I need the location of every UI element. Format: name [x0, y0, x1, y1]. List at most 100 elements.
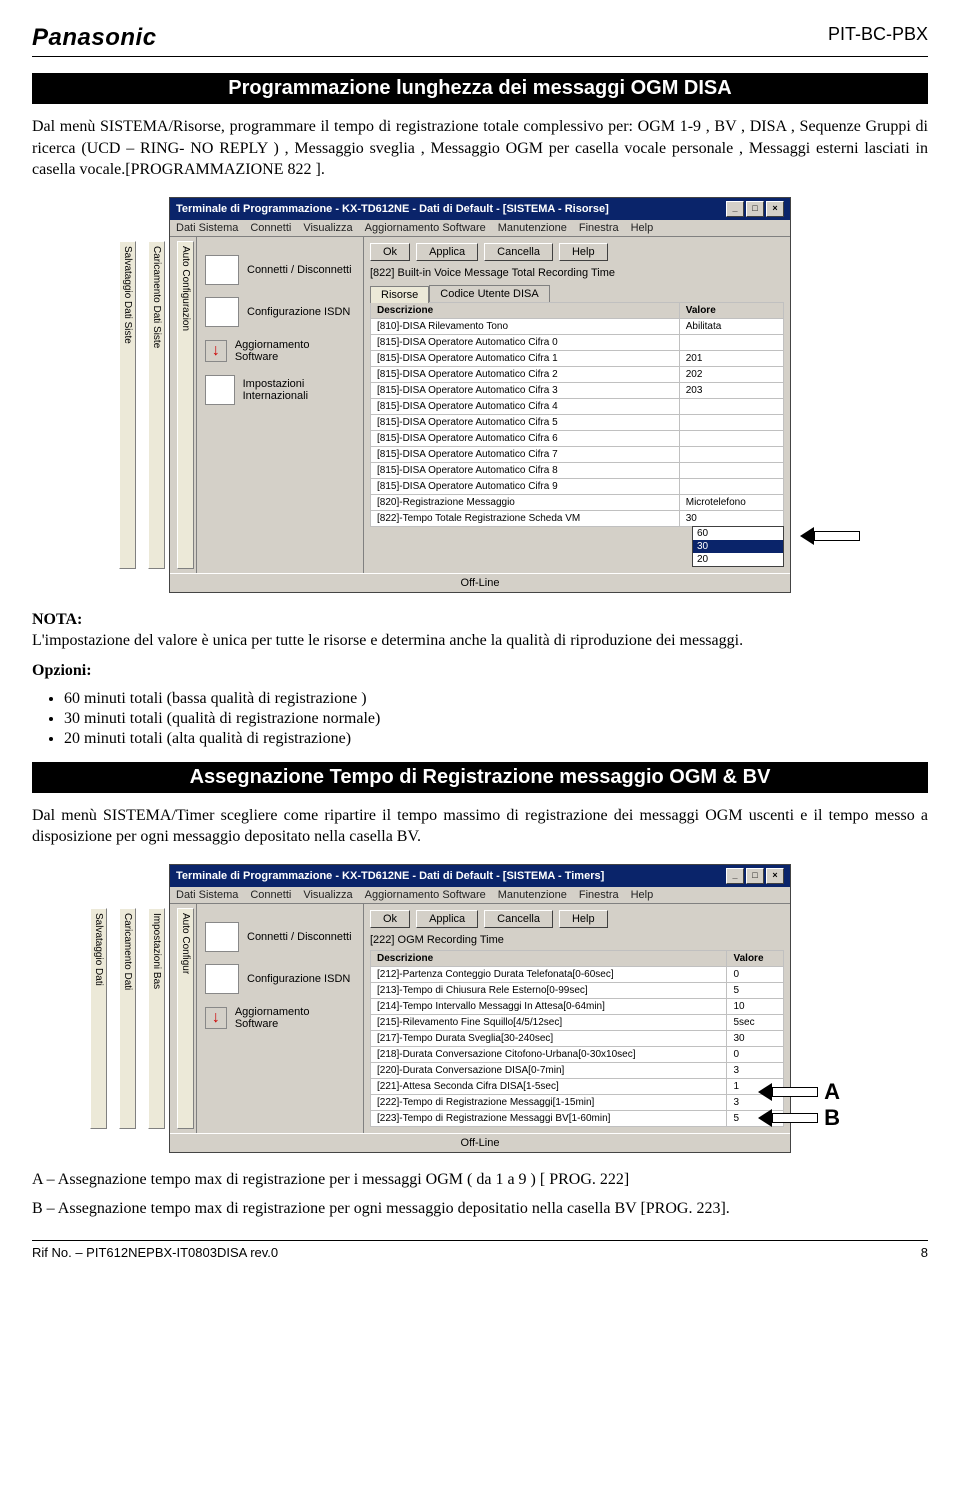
- close-button[interactable]: ×: [766, 868, 784, 884]
- apply-button[interactable]: Applica: [416, 243, 478, 261]
- vertical-tab[interactable]: Auto Configurazion: [177, 241, 194, 569]
- menu-item[interactable]: Connetti: [250, 889, 291, 901]
- ok-button[interactable]: Ok: [370, 243, 410, 261]
- dropdown-options[interactable]: 60 30 20: [692, 526, 784, 567]
- table-row[interactable]: [212]-Partenza Conteggio Durata Telefona…: [371, 966, 784, 982]
- table-row[interactable]: [815]-DISA Operatore Automatico Cifra 6: [371, 430, 784, 446]
- window-controls: _ □ ×: [726, 201, 784, 217]
- section-title-1: Programmazione lunghezza dei messaggi OG…: [32, 73, 928, 104]
- sidebar-item[interactable]: Connetti / Disconnetti: [205, 922, 355, 952]
- table-row[interactable]: [215]-Rilevamento Fine Squillo[4/5/12sec…: [371, 1014, 784, 1030]
- status-bar: Off-Line: [170, 573, 790, 592]
- table-row[interactable]: [810]-DISA Rilevamento TonoAbilitata: [371, 318, 784, 334]
- menu-item[interactable]: Visualizza: [303, 889, 352, 901]
- sidebar-item[interactable]: ↓Aggiornamento Software: [205, 339, 355, 363]
- note-a: A – Assegnazione tempo max di registrazi…: [32, 1169, 928, 1191]
- table-row[interactable]: [820]-Registrazione MessaggioMicrotelefo…: [371, 494, 784, 510]
- menu-item[interactable]: Finestra: [579, 889, 619, 901]
- sidebar: Connetti / Disconnetti Configurazione IS…: [197, 904, 364, 1133]
- vertical-tab[interactable]: Salvataggio Dati Siste: [119, 241, 136, 569]
- note-b: B – Assegnazione tempo max di registrazi…: [32, 1198, 928, 1220]
- list-item: 30 minuti totali (qualità di registrazio…: [64, 710, 928, 728]
- page-number: 8: [921, 1245, 928, 1260]
- table-row[interactable]: [815]-DISA Operatore Automatico Cifra 9: [371, 478, 784, 494]
- table-row[interactable]: [223]-Tempo di Registrazione Messaggi BV…: [371, 1110, 784, 1126]
- help-button[interactable]: Help: [559, 243, 608, 261]
- isdn-icon: [205, 964, 239, 994]
- connect-icon: [205, 922, 239, 952]
- menu-item[interactable]: Dati Sistema: [176, 889, 238, 901]
- callout-arrow: [800, 526, 860, 546]
- main-panel: Ok Applica Cancella Help [822] Built-in …: [364, 237, 790, 573]
- vertical-tab[interactable]: Impostazioni Bas: [148, 908, 165, 1129]
- screenshot-1: Terminale di Programmazione - KX-TD612NE…: [169, 197, 791, 593]
- table-row[interactable]: [815]-DISA Operatore Automatico Cifra 32…: [371, 382, 784, 398]
- field-label: [822] Built-in Voice Message Total Recor…: [370, 267, 784, 279]
- window-title: Terminale di Programmazione - KX-TD612NE…: [176, 870, 604, 882]
- sidebar-item[interactable]: Configurazione ISDN: [205, 297, 355, 327]
- isdn-icon: [205, 297, 239, 327]
- field-label: [222] OGM Recording Time: [370, 934, 784, 946]
- menu-item[interactable]: Connetti: [250, 222, 291, 234]
- menu-item[interactable]: Manutenzione: [498, 889, 567, 901]
- screenshot-2: Terminale di Programmazione - KX-TD612NE…: [169, 864, 791, 1153]
- table-row[interactable]: [815]-DISA Operatore Automatico Cifra 12…: [371, 350, 784, 366]
- menu-item[interactable]: Aggiornamento Software: [365, 222, 486, 234]
- opzioni-label: Opzioni:: [32, 660, 928, 682]
- menu-item[interactable]: Dati Sistema: [176, 222, 238, 234]
- tab-codice[interactable]: Codice Utente DISA: [429, 285, 549, 302]
- page-footer: Rif No. – PIT612NEPBX-IT0803DISA rev.0 8: [32, 1240, 928, 1260]
- sidebar: Connetti / Disconnetti Configurazione IS…: [197, 237, 364, 573]
- opzioni-list: 60 minuti totali (bassa qualità di regis…: [64, 690, 928, 748]
- toolbar: Ok Applica Cancella Help: [370, 243, 784, 261]
- vertical-tabs: Auto Configur Impostazioni Bas Caricamen…: [170, 904, 197, 1133]
- menu-item[interactable]: Finestra: [579, 222, 619, 234]
- table-row[interactable]: [815]-DISA Operatore Automatico Cifra 4: [371, 398, 784, 414]
- help-button[interactable]: Help: [559, 910, 608, 928]
- window-titlebar: Terminale di Programmazione - KX-TD612NE…: [170, 198, 790, 220]
- table-row[interactable]: [221]-Attesa Seconda Cifra DISA[1-5sec]1: [371, 1078, 784, 1094]
- minimize-button[interactable]: _: [726, 868, 744, 884]
- vertical-tab[interactable]: Auto Configur: [177, 908, 194, 1129]
- menu-item[interactable]: Help: [631, 222, 654, 234]
- table-row[interactable]: [815]-DISA Operatore Automatico Cifra 8: [371, 462, 784, 478]
- data-grid[interactable]: DescrizioneValore[810]-DISA Rilevamento …: [370, 302, 784, 527]
- menu-item[interactable]: Manutenzione: [498, 222, 567, 234]
- sidebar-item[interactable]: Connetti / Disconnetti: [205, 255, 355, 285]
- maximize-button[interactable]: □: [746, 868, 764, 884]
- table-row[interactable]: [214]-Tempo Intervallo Messaggi In Attes…: [371, 998, 784, 1014]
- menu-item[interactable]: Help: [631, 889, 654, 901]
- vertical-tab[interactable]: Caricamento Dati: [119, 908, 136, 1129]
- table-row[interactable]: [217]-Tempo Durata Sveglia[30-240sec]30: [371, 1030, 784, 1046]
- cancel-button[interactable]: Cancella: [484, 243, 553, 261]
- doc-code: PIT-BC-PBX: [828, 24, 928, 52]
- vertical-tab[interactable]: Caricamento Dati Siste: [148, 241, 165, 569]
- table-row[interactable]: [815]-DISA Operatore Automatico Cifra 0: [371, 334, 784, 350]
- table-row[interactable]: [213]-Tempo di Chiusura Rele Esterno[0-9…: [371, 982, 784, 998]
- section1-intro: Dal menù SISTEMA/Risorse, programmare il…: [32, 116, 928, 181]
- sidebar-item[interactable]: Configurazione ISDN: [205, 964, 355, 994]
- apply-button[interactable]: Applica: [416, 910, 478, 928]
- maximize-button[interactable]: □: [746, 201, 764, 217]
- ok-button[interactable]: Ok: [370, 910, 410, 928]
- data-grid[interactable]: DescrizioneValore[212]-Partenza Conteggi…: [370, 950, 784, 1127]
- sidebar-item[interactable]: Impostazioni Internazionali: [205, 375, 355, 405]
- table-row[interactable]: [815]-DISA Operatore Automatico Cifra 22…: [371, 366, 784, 382]
- connect-icon: [205, 255, 239, 285]
- menu-item[interactable]: Visualizza: [303, 222, 352, 234]
- sidebar-item[interactable]: ↓Aggiornamento Software: [205, 1006, 355, 1030]
- globe-icon: [205, 375, 235, 405]
- table-row[interactable]: [815]-DISA Operatore Automatico Cifra 7: [371, 446, 784, 462]
- table-row[interactable]: [815]-DISA Operatore Automatico Cifra 5: [371, 414, 784, 430]
- brand: Panasonic: [32, 24, 157, 52]
- minimize-button[interactable]: _: [726, 201, 744, 217]
- table-row[interactable]: [822]-Tempo Totale Registrazione Scheda …: [371, 510, 784, 526]
- table-row[interactable]: [220]-Durata Conversazione DISA[0-7min]3: [371, 1062, 784, 1078]
- vertical-tab[interactable]: Salvataggio Dati: [90, 908, 107, 1129]
- table-row[interactable]: [222]-Tempo di Registrazione Messaggi[1-…: [371, 1094, 784, 1110]
- cancel-button[interactable]: Cancella: [484, 910, 553, 928]
- tab-risorse[interactable]: Risorse: [370, 286, 429, 303]
- menu-item[interactable]: Aggiornamento Software: [365, 889, 486, 901]
- close-button[interactable]: ×: [766, 201, 784, 217]
- table-row[interactable]: [218]-Durata Conversazione Citofono-Urba…: [371, 1046, 784, 1062]
